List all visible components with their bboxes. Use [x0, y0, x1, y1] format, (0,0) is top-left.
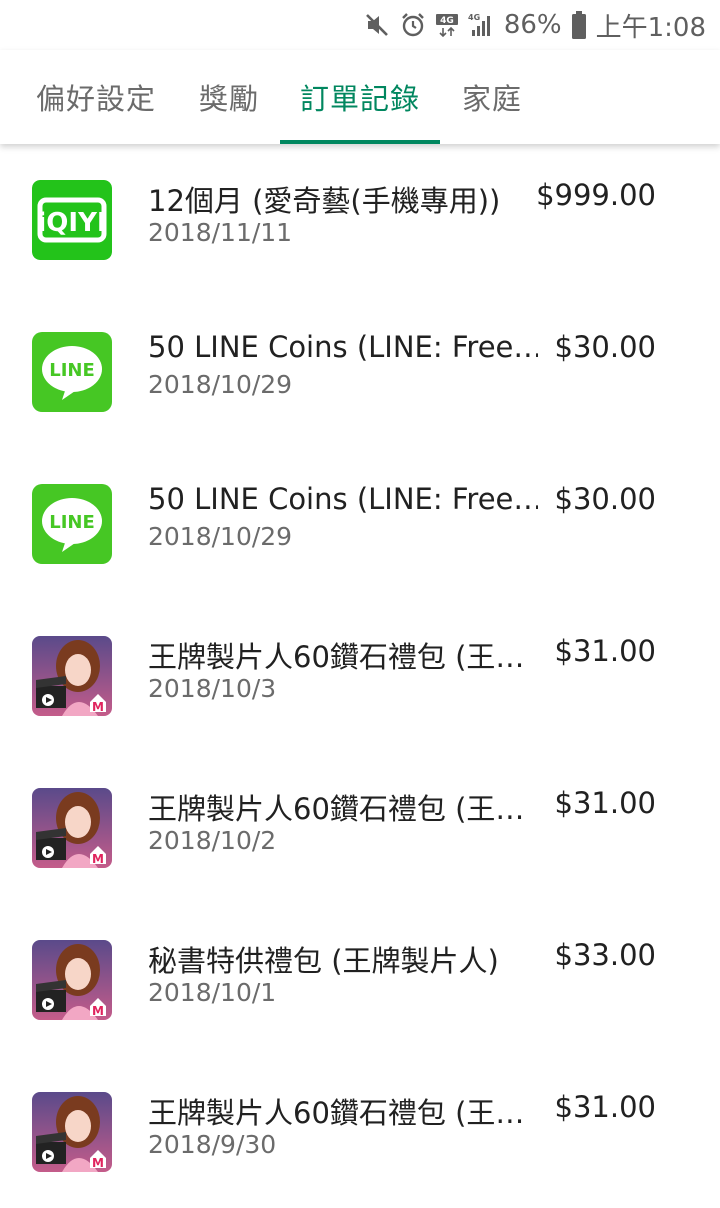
- order-date: 2018/10/2: [148, 826, 277, 855]
- order-title: 秘書特供禮包 (王牌製片人): [148, 944, 499, 978]
- clock: 上午1:08: [595, 12, 706, 43]
- alarm-icon: [400, 12, 426, 38]
- svg-text:4G: 4G: [440, 16, 454, 26]
- order-title: 50 LINE Coins (LINE: Free…: [148, 330, 538, 364]
- order-title: 王牌製片人60鑽石禮包 (王…: [148, 1096, 525, 1130]
- game-producer-icon: M: [32, 788, 112, 868]
- order-price: $33.00: [554, 938, 656, 972]
- order-price: $30.00: [554, 330, 656, 364]
- svg-text:LINE: LINE: [49, 512, 95, 533]
- order-price: $30.00: [554, 482, 656, 516]
- order-title: 王牌製片人60鑽石禮包 (王…: [148, 640, 525, 674]
- svg-text:M: M: [92, 700, 104, 714]
- order-row[interactable]: iQIYI 12個月 (愛奇藝(手機專用)) 2018/11/11 $999.0…: [0, 144, 720, 296]
- mute-icon: [364, 12, 390, 38]
- game-producer-icon: M: [32, 636, 112, 716]
- order-row[interactable]: LINE 50 LINE Coins (LINE: Free… 2018/10/…: [0, 448, 720, 600]
- order-row[interactable]: M 王牌製片人60鑽石禮包 (王… 2018/10/2 $31.00: [0, 752, 720, 904]
- battery-icon: [571, 11, 586, 39]
- order-date: 2018/10/29: [148, 522, 293, 551]
- order-title: 50 LINE Coins (LINE: Free…: [148, 482, 538, 516]
- order-price: $31.00: [554, 1090, 656, 1124]
- line-icon: LINE: [32, 332, 112, 412]
- order-title: 12個月 (愛奇藝(手機專用)): [148, 184, 501, 218]
- order-row[interactable]: M 王牌製片人60鑽石禮包 (王… 2018/9/30 $31.00: [0, 1056, 720, 1208]
- tab-rewards[interactable]: 獎勵: [182, 50, 276, 144]
- battery-percent: 86%: [503, 10, 562, 40]
- svg-text:4G: 4G: [468, 13, 480, 22]
- status-bar: 4G 4G 86% 上午1:08: [0, 0, 720, 50]
- svg-text:M: M: [92, 1156, 104, 1170]
- order-title: 王牌製片人60鑽石禮包 (王…: [148, 792, 525, 826]
- line-icon: LINE: [32, 484, 112, 564]
- tab-preferences[interactable]: 偏好設定: [20, 50, 172, 144]
- tab-order-history[interactable]: 訂單記錄: [280, 50, 440, 144]
- svg-text:M: M: [92, 852, 104, 866]
- network-4g-icon: 4G: [435, 12, 458, 38]
- order-row[interactable]: LINE 50 LINE Coins (LINE: Free… 2018/10/…: [0, 296, 720, 448]
- svg-text:iQIYI: iQIYI: [37, 208, 106, 238]
- svg-text:LINE: LINE: [49, 360, 95, 381]
- svg-text:M: M: [92, 1004, 104, 1018]
- order-row[interactable]: M 王牌製片人60鑽石禮包 (王… 2018/10/3 $31.00: [0, 600, 720, 752]
- game-producer-icon: M: [32, 940, 112, 1020]
- order-price: $31.00: [554, 634, 656, 668]
- active-tab-indicator: [280, 140, 440, 144]
- order-date: 2018/10/1: [148, 978, 277, 1007]
- order-date: 2018/10/29: [148, 370, 293, 399]
- tab-bar: 偏好設定 獎勵 訂單記錄 家庭: [0, 50, 720, 144]
- signal-icon: 4G: [468, 12, 494, 38]
- order-price: $999.00: [536, 178, 656, 212]
- tab-family[interactable]: 家庭: [450, 50, 534, 144]
- order-price: $31.00: [554, 786, 656, 820]
- game-producer-icon: M: [32, 1092, 112, 1172]
- iqiyi-icon: iQIYI: [32, 180, 112, 260]
- order-row[interactable]: M 秘書特供禮包 (王牌製片人) 2018/10/1 $33.00: [0, 904, 720, 1056]
- order-date: 2018/11/11: [148, 218, 293, 247]
- order-date: 2018/10/3: [148, 674, 277, 703]
- order-date: 2018/9/30: [148, 1130, 277, 1159]
